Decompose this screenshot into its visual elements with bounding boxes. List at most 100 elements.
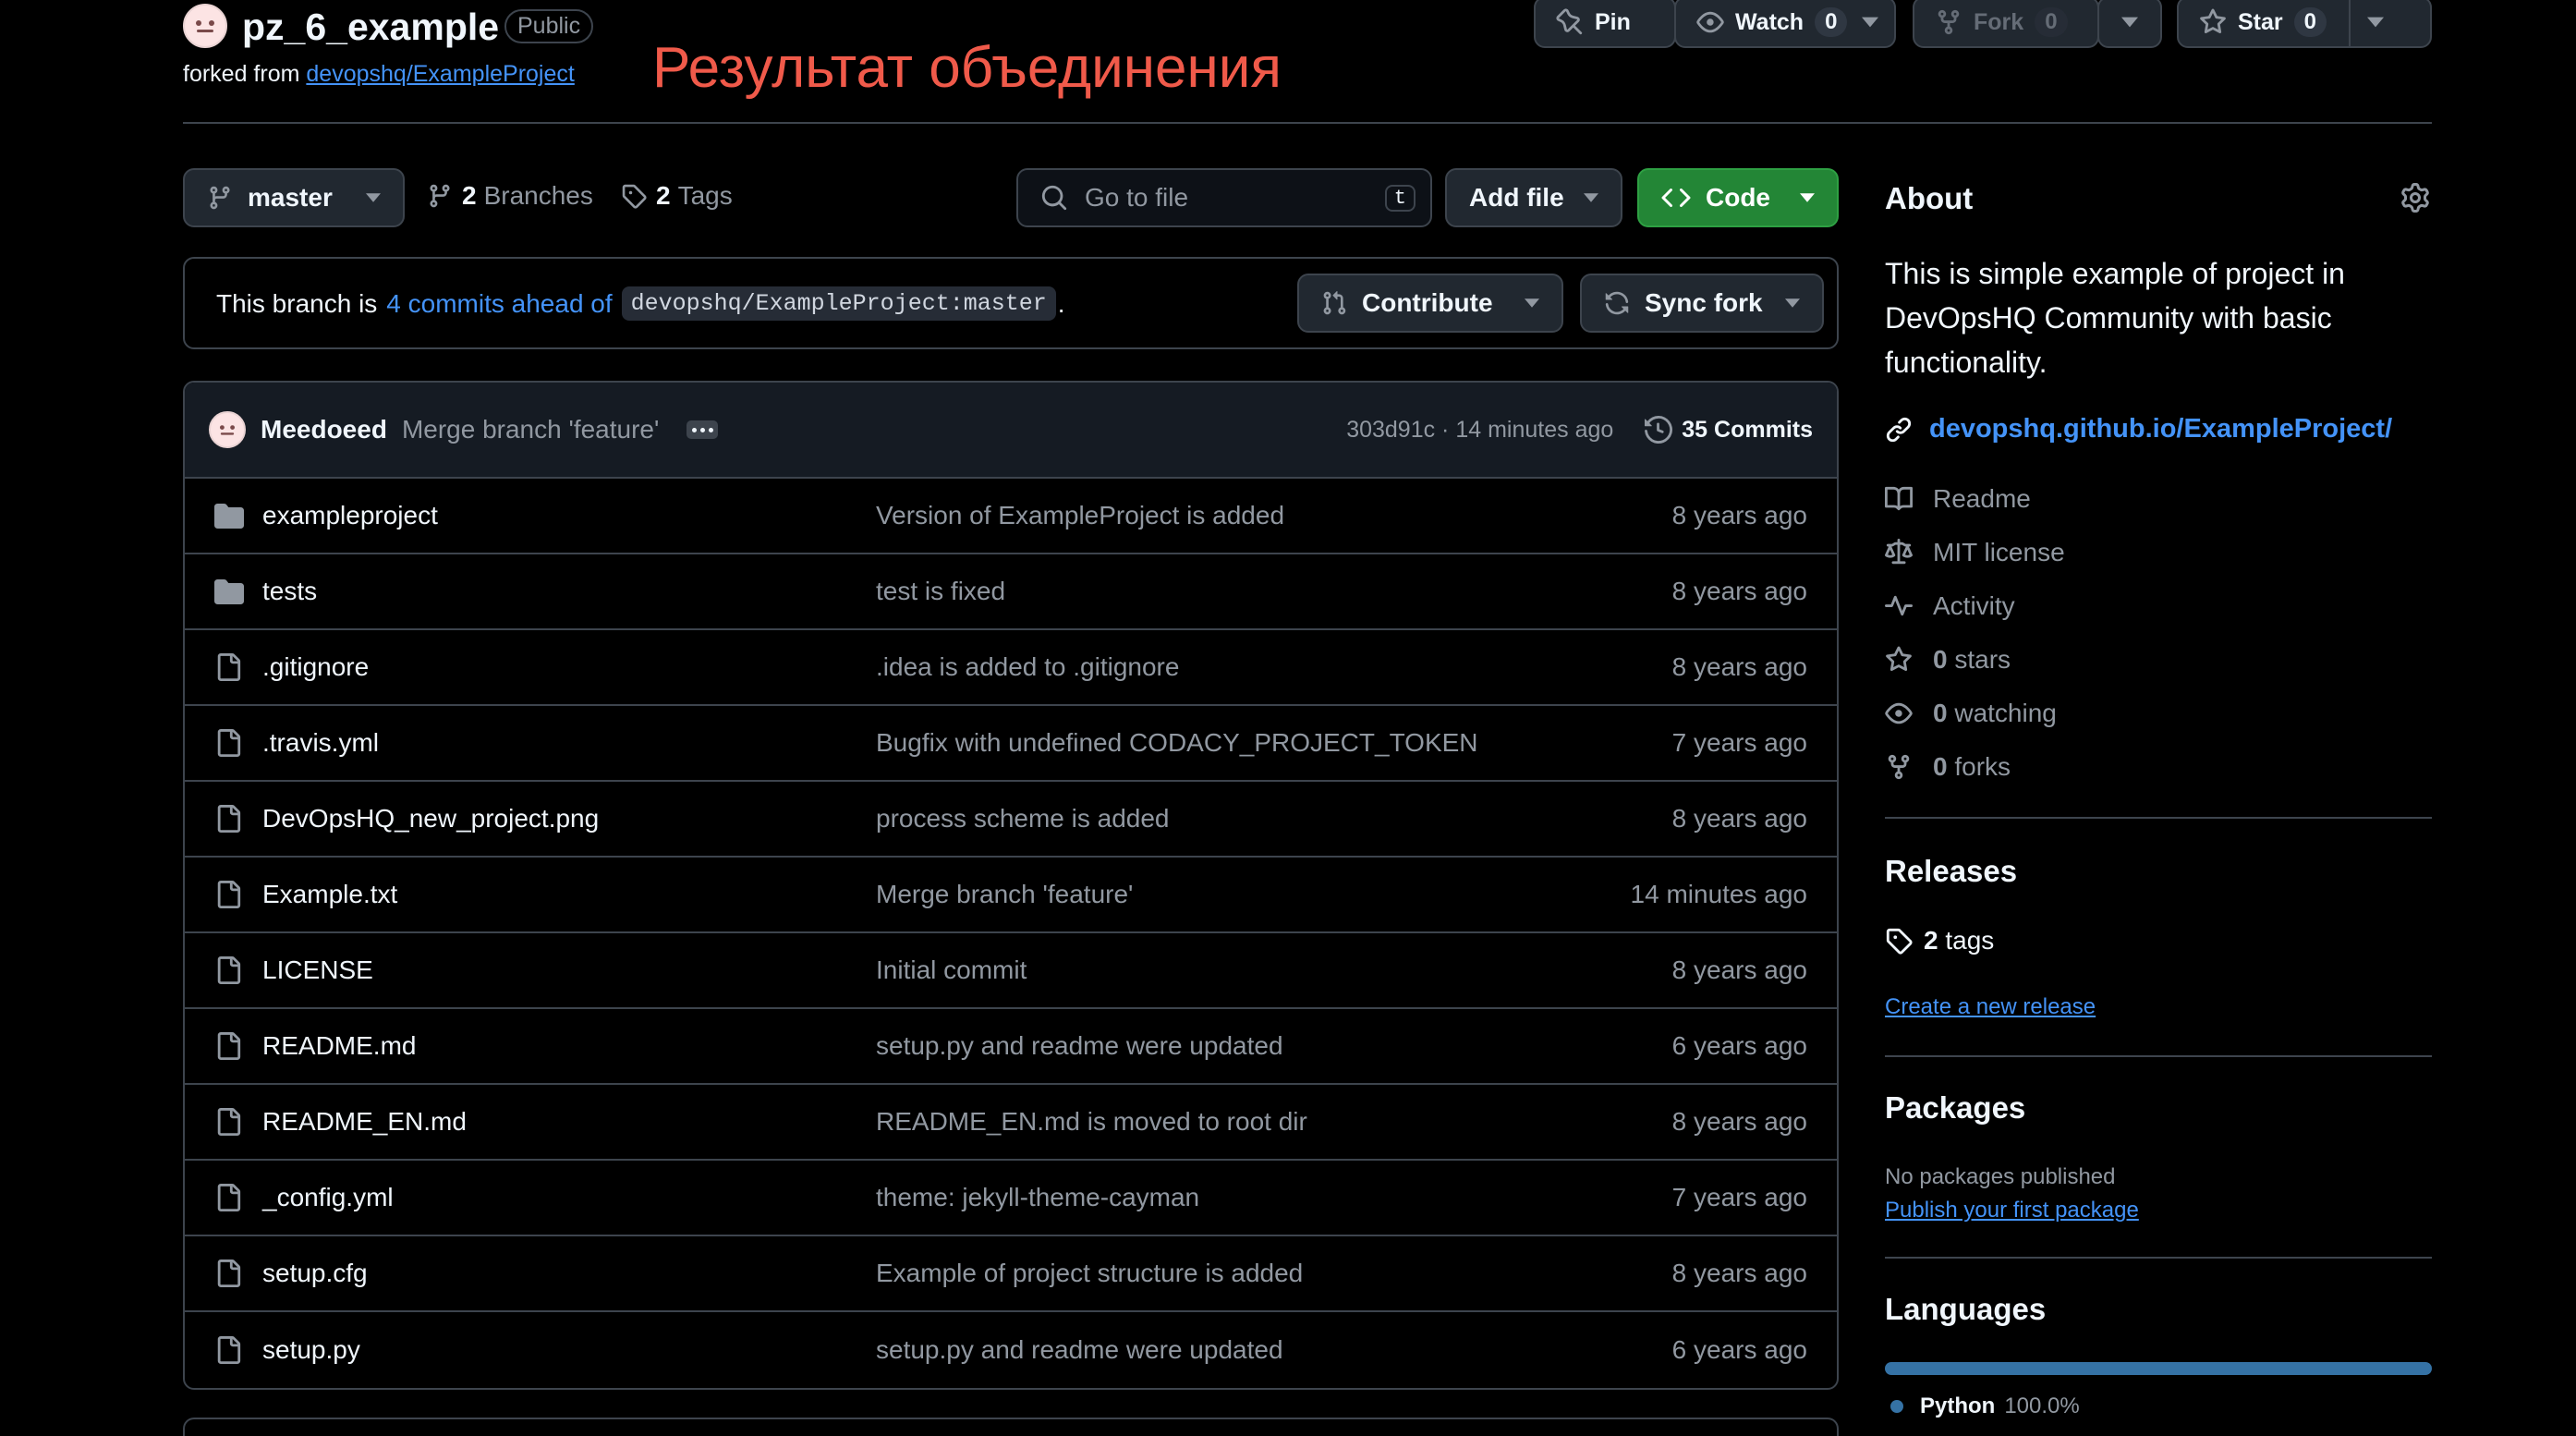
commit-meta[interactable]: 303d91c · 14 minutes ago bbox=[1346, 417, 1613, 444]
file-name[interactable]: DevOpsHQ_new_project.png bbox=[262, 804, 599, 834]
file-row[interactable]: setup.cfg Example of project structure is… bbox=[185, 1236, 1837, 1312]
eye-icon bbox=[1696, 11, 1724, 33]
stars-link[interactable]: 0 stars bbox=[1885, 645, 2011, 675]
file-commit-message[interactable]: Bugfix with undefined CODACY_PROJECT_TOK… bbox=[876, 728, 1478, 758]
file-row[interactable]: README_EN.md README_EN.md is moved to roo… bbox=[185, 1085, 1837, 1161]
expand-commit-button[interactable] bbox=[687, 420, 719, 439]
file-commit-message[interactable]: Version of ExampleProject is added bbox=[876, 501, 1284, 530]
file-name[interactable]: exampleproject bbox=[262, 501, 438, 530]
forks-link[interactable]: 0 forks bbox=[1885, 752, 2011, 782]
language-bar bbox=[1885, 1362, 2432, 1375]
license-link[interactable]: MIT license bbox=[1885, 538, 2065, 567]
file-commit-date: 8 years ago bbox=[1671, 955, 1807, 984]
sync-fork-button[interactable]: Sync fork bbox=[1580, 274, 1824, 333]
file-commit-message[interactable]: Example of project structure is added bbox=[876, 1259, 1303, 1288]
commit-message[interactable]: Merge branch 'feature' bbox=[402, 415, 659, 444]
file-row[interactable]: README.md setup.py and readme were update… bbox=[185, 1009, 1837, 1085]
commits-link[interactable]: 35 Commits bbox=[1645, 416, 1813, 444]
file-commit-message[interactable]: README_EN.md is moved to root dir bbox=[876, 1107, 1307, 1137]
star-button[interactable]: Star 0 bbox=[2177, 0, 2432, 48]
chevron-down-icon[interactable] bbox=[2367, 17, 2384, 28]
file-commit-message[interactable]: Initial commit bbox=[876, 955, 1027, 985]
language-item[interactable]: Python 100.0% bbox=[1890, 1393, 2080, 1419]
readme-link[interactable]: Readme bbox=[1885, 484, 2031, 514]
sidebar-divider bbox=[1885, 1257, 2432, 1259]
link-icon bbox=[1886, 417, 1912, 442]
file-row[interactable]: .gitignore .idea is added to .gitignore 8 … bbox=[185, 630, 1837, 706]
publish-package-link[interactable]: Publish your first package bbox=[1885, 1198, 2139, 1223]
go-to-file-input[interactable]: Go to file t bbox=[1016, 168, 1432, 227]
file-commit-message[interactable]: .idea is added to .gitignore bbox=[876, 652, 1179, 682]
chevron-down-icon[interactable] bbox=[1862, 17, 1879, 28]
file-name[interactable]: setup.py bbox=[262, 1335, 360, 1365]
watching-link[interactable]: 0 watching bbox=[1885, 699, 2057, 728]
file-row[interactable]: _config.yml theme: jekyll-theme-cayman 7 y… bbox=[185, 1161, 1837, 1236]
chevron-down-icon bbox=[1800, 193, 1815, 202]
file-commit-date: 7 years ago bbox=[1671, 728, 1807, 757]
file-commit-message[interactable]: setup.py and readme were updated bbox=[876, 1031, 1283, 1061]
branches-count: 2 bbox=[462, 181, 477, 210]
forks-label: forks bbox=[1954, 752, 2011, 781]
annotation-title: Результат объединения bbox=[652, 36, 1282, 100]
file-row[interactable]: .travis.yml Bugfix with undefined CODACY_… bbox=[185, 706, 1837, 782]
commit-author[interactable]: Meedoeed bbox=[261, 415, 387, 444]
upstream-ref: devopshq/ExampleProject:master bbox=[621, 286, 1056, 321]
file-row[interactable]: setup.py setup.py and readme were updated… bbox=[185, 1312, 1837, 1388]
file-row[interactable]: DevOpsHQ_new_project.png process scheme i… bbox=[185, 782, 1837, 858]
packages-heading[interactable]: Packages bbox=[1885, 1090, 2025, 1126]
file-name[interactable]: _config.yml bbox=[262, 1183, 394, 1212]
forked-from-link[interactable]: devopshq/ExampleProject bbox=[306, 61, 574, 87]
file-name[interactable]: .travis.yml bbox=[262, 728, 379, 758]
fork-button[interactable]: Fork 0 bbox=[1913, 0, 2099, 48]
repo-name[interactable]: pz_6_example bbox=[242, 6, 499, 49]
file-row[interactable]: Example.txt Merge branch 'feature' 14 minu… bbox=[185, 858, 1837, 933]
watch-button[interactable]: Watch 0 bbox=[1674, 0, 1896, 48]
folder-icon bbox=[214, 579, 244, 604]
repo-description: This is simple example of project in Dev… bbox=[1885, 257, 2345, 379]
file-name[interactable]: setup.cfg bbox=[262, 1259, 368, 1288]
file-name[interactable]: LICENSE bbox=[262, 955, 373, 985]
file-commit-message[interactable]: Merge branch 'feature' bbox=[876, 880, 1133, 909]
branch-selector[interactable]: master bbox=[183, 168, 405, 227]
branch-status-box: This branch is 4 commits ahead of devops… bbox=[183, 257, 1839, 349]
branches-link[interactable]: 2 Branches bbox=[427, 181, 593, 211]
file-commit-message[interactable]: setup.py and readme were updated bbox=[876, 1335, 1283, 1365]
file-commit-message[interactable]: theme: jekyll-theme-cayman bbox=[876, 1183, 1199, 1212]
commits-ahead-link[interactable]: 4 commits ahead of bbox=[386, 289, 612, 319]
star-icon bbox=[1886, 646, 1912, 672]
tags-link[interactable]: 2 Tags bbox=[621, 181, 733, 211]
language-dot bbox=[1890, 1400, 1903, 1413]
owner-avatar[interactable] bbox=[183, 4, 227, 48]
file-commit-message[interactable]: process scheme is added bbox=[876, 804, 1170, 834]
file-name[interactable]: README_EN.md bbox=[262, 1107, 467, 1137]
website-link[interactable]: devopshq.github.io/ExampleProject/ bbox=[1885, 414, 2392, 444]
commits-count-label: 35 Commits bbox=[1682, 416, 1813, 443]
file-icon-wrap bbox=[214, 804, 242, 834]
gear-icon[interactable] bbox=[2400, 183, 2430, 213]
fork-dropdown-button[interactable] bbox=[2097, 0, 2162, 48]
add-file-button[interactable]: Add file bbox=[1445, 168, 1622, 227]
watching-count: 0 bbox=[1933, 699, 1948, 727]
readme-box bbox=[183, 1418, 1839, 1436]
releases-heading[interactable]: Releases bbox=[1885, 854, 2017, 889]
create-release-link[interactable]: Create a new release bbox=[1885, 994, 2096, 1020]
file-commit-message[interactable]: test is fixed bbox=[876, 577, 1005, 606]
file-row[interactable]: exampleproject Version of ExampleProject … bbox=[185, 479, 1837, 554]
history-icon bbox=[1645, 416, 1673, 444]
file-name[interactable]: Example.txt bbox=[262, 880, 397, 909]
author-avatar[interactable] bbox=[209, 411, 246, 448]
file-row[interactable]: LICENSE Initial commit 8 years ago bbox=[185, 933, 1837, 1009]
code-button[interactable]: Code bbox=[1637, 168, 1839, 227]
languages-heading: Languages bbox=[1885, 1292, 2047, 1326]
pin-button[interactable]: Pin bbox=[1534, 0, 1676, 48]
file-name[interactable]: README.md bbox=[262, 1031, 416, 1061]
releases-tags-link[interactable]: 2 tags bbox=[1885, 926, 1994, 955]
stars-label: stars bbox=[1954, 645, 2011, 674]
fork-label: Fork bbox=[1974, 8, 2024, 35]
file-name[interactable]: .gitignore bbox=[262, 652, 369, 682]
contribute-button[interactable]: Contribute bbox=[1297, 274, 1563, 333]
file-row[interactable]: tests test is fixed 8 years ago bbox=[185, 554, 1837, 630]
add-file-label: Add file bbox=[1469, 183, 1564, 212]
file-name[interactable]: tests bbox=[262, 577, 317, 606]
activity-link[interactable]: Activity bbox=[1885, 591, 2015, 621]
